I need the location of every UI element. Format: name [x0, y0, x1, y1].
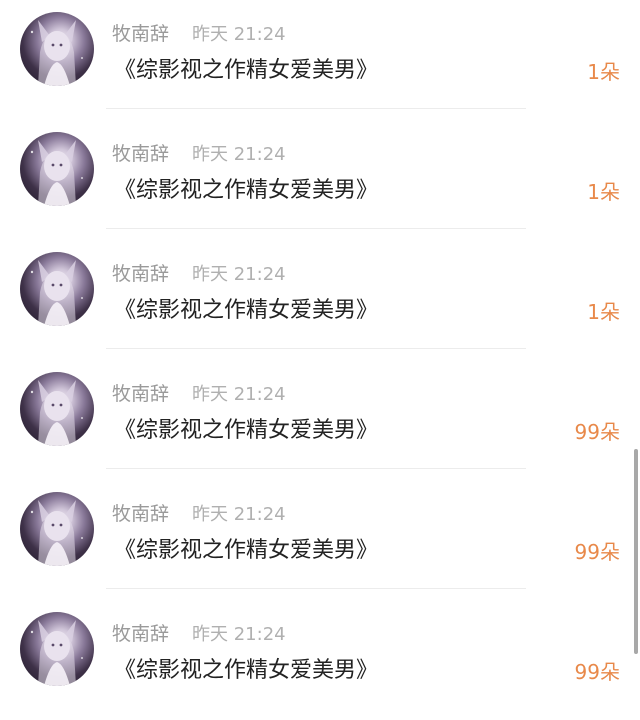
sender-name[interactable]: 牧南辞: [112, 259, 169, 286]
divider: [106, 108, 526, 109]
message-timestamp: 昨天 21:24: [192, 264, 286, 285]
divider: [106, 348, 526, 349]
book-title[interactable]: 《综影视之作精女爱美男》: [114, 172, 378, 204]
avatar[interactable]: [20, 612, 94, 686]
divider: [106, 588, 526, 589]
gift-count: 1朵: [587, 60, 620, 84]
avatar[interactable]: [20, 492, 94, 566]
anime-character-avatar-icon: [30, 380, 83, 446]
anime-character-avatar-icon: [30, 620, 83, 686]
book-title[interactable]: 《综影视之作精女爱美男》: [114, 412, 378, 444]
anime-character-avatar-icon: [30, 260, 83, 326]
message-timestamp: 昨天 21:24: [192, 24, 286, 45]
book-title[interactable]: 《综影视之作精女爱美男》: [114, 652, 378, 684]
sender-name[interactable]: 牧南辞: [112, 619, 169, 646]
avatar[interactable]: [20, 372, 94, 446]
sender-name[interactable]: 牧南辞: [112, 139, 169, 166]
divider: [106, 468, 526, 469]
avatar[interactable]: [20, 252, 94, 326]
sender-name[interactable]: 牧南辞: [112, 499, 169, 526]
gift-count: 1朵: [587, 180, 620, 204]
gift-count: 99朵: [574, 660, 620, 684]
list-item[interactable]: 牧南辞 昨天 21:24 《综影视之作精女爱美男》 1朵: [0, 0, 640, 120]
list-item[interactable]: 牧南辞 昨天 21:24 《综影视之作精女爱美男》 99朵: [0, 360, 640, 480]
gift-count: 99朵: [574, 540, 620, 564]
anime-character-avatar-icon: [30, 500, 83, 566]
gift-count: 1朵: [587, 300, 620, 324]
book-title[interactable]: 《综影视之作精女爱美男》: [114, 52, 378, 84]
sender-name[interactable]: 牧南辞: [112, 19, 169, 46]
gift-message-list: 牧南辞 昨天 21:24 《综影视之作精女爱美男》 1朵 牧南辞 昨天 21:2…: [0, 0, 640, 705]
scrollbar[interactable]: [634, 449, 638, 654]
list-item[interactable]: 牧南辞 昨天 21:24 《综影视之作精女爱美男》 1朵: [0, 120, 640, 240]
avatar[interactable]: [20, 12, 94, 86]
divider: [106, 228, 526, 229]
message-timestamp: 昨天 21:24: [192, 144, 286, 165]
book-title[interactable]: 《综影视之作精女爱美男》: [114, 532, 378, 564]
message-timestamp: 昨天 21:24: [192, 504, 286, 525]
book-title[interactable]: 《综影视之作精女爱美男》: [114, 292, 378, 324]
message-timestamp: 昨天 21:24: [192, 624, 286, 645]
sender-name[interactable]: 牧南辞: [112, 379, 169, 406]
message-timestamp: 昨天 21:24: [192, 384, 286, 405]
anime-character-avatar-icon: [30, 20, 83, 86]
list-item[interactable]: 牧南辞 昨天 21:24 《综影视之作精女爱美男》 1朵: [0, 240, 640, 360]
gift-count: 99朵: [574, 420, 620, 444]
list-item[interactable]: 牧南辞 昨天 21:24 《综影视之作精女爱美男》 99朵: [0, 600, 640, 720]
list-item[interactable]: 牧南辞 昨天 21:24 《综影视之作精女爱美男》 99朵: [0, 480, 640, 600]
avatar[interactable]: [20, 132, 94, 206]
anime-character-avatar-icon: [30, 140, 83, 206]
